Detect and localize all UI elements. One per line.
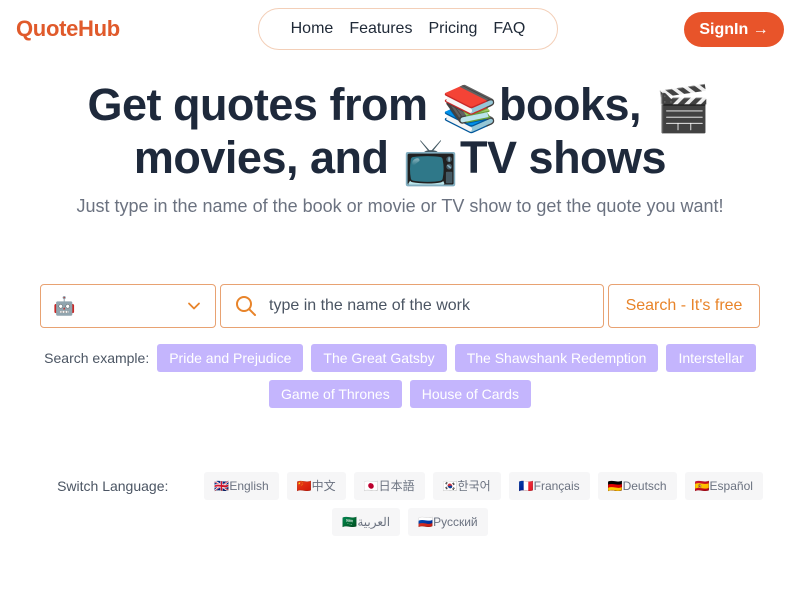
language-option-english[interactable]: 🇬🇧English (204, 472, 279, 500)
signin-button[interactable]: SignIn → (684, 12, 784, 47)
search-button[interactable]: Search - It's free (608, 284, 760, 328)
nav-pricing[interactable]: Pricing (428, 20, 477, 38)
books-icon: 📚 (441, 83, 497, 134)
clapper-board-icon: 🎬 (655, 83, 711, 134)
language-option-korean[interactable]: 🇰🇷한국어 (432, 472, 501, 500)
nav-home[interactable]: Home (291, 20, 334, 38)
main-nav: Home Features Pricing FAQ (258, 8, 558, 50)
language-option-arabic[interactable]: 🇸🇦العربية (332, 508, 401, 536)
brand-logo[interactable]: QuoteHub (16, 16, 120, 42)
language-switcher: Switch Language: 🇬🇧English 🇨🇳中文 🇯🇵日本語 🇰🇷… (40, 472, 780, 536)
example-chip[interactable]: The Great Gatsby (311, 344, 447, 372)
chevron-down-icon (188, 302, 200, 310)
model-select[interactable]: 🤖 (40, 284, 216, 328)
example-chip[interactable]: House of Cards (409, 380, 531, 408)
search-field[interactable] (220, 284, 604, 328)
example-chip[interactable]: Pride and Prejudice (157, 344, 304, 372)
language-option-chinese[interactable]: 🇨🇳中文 (286, 472, 346, 500)
example-chip[interactable]: The Shawshank Redemption (454, 344, 659, 372)
title-line-1: Get quotes from 📚books, 🎬 (0, 80, 800, 133)
search-input[interactable] (269, 297, 589, 315)
robot-icon: 🤖 (53, 295, 76, 316)
language-option-russian[interactable]: 🇷🇺Русский (408, 508, 488, 536)
title-text: movies, and (133, 132, 401, 183)
search-icon (236, 296, 256, 316)
examples-label: Search example: (44, 350, 150, 366)
example-chip[interactable]: Game of Thrones (269, 380, 402, 408)
title-line-2: movies, and 📺TV shows (0, 133, 800, 186)
search-examples: Search example: Pride and Prejudice The … (30, 344, 770, 408)
language-label: Switch Language: (57, 478, 169, 494)
language-option-spanish[interactable]: 🇪🇸Español (684, 472, 763, 500)
language-option-french[interactable]: 🇫🇷Français (508, 472, 590, 500)
title-text: Get quotes from (87, 79, 440, 130)
title-text: books, (499, 79, 654, 130)
language-option-german[interactable]: 🇩🇪Deutsch (597, 472, 677, 500)
subtitle: Just type in the name of the book or mov… (76, 196, 724, 216)
nav-faq[interactable]: FAQ (493, 20, 525, 38)
page-title: Get quotes from 📚books, 🎬 movies, and 📺T… (0, 80, 800, 186)
title-text: TV shows (460, 132, 667, 183)
nav-features[interactable]: Features (349, 20, 412, 38)
example-chip[interactable]: Interstellar (666, 344, 756, 372)
language-option-japanese[interactable]: 🇯🇵日本語 (353, 472, 425, 500)
television-icon: 📺 (402, 136, 459, 187)
